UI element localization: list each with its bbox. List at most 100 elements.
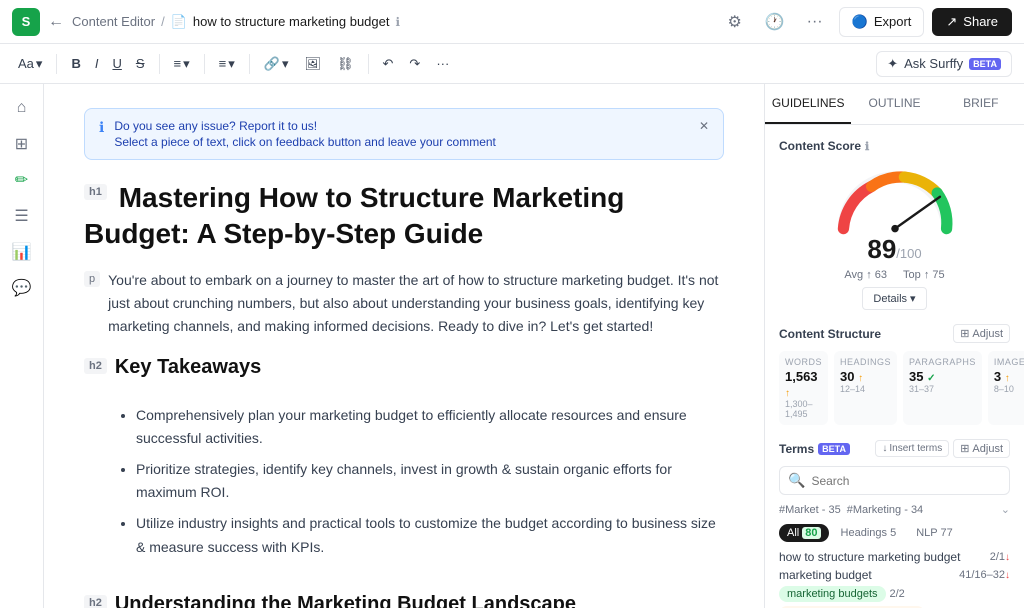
h2-title-takeaways[interactable]: Key Takeaways: [115, 354, 261, 380]
tag-marketing: #Marketing - 34: [847, 504, 923, 516]
editor-toolbar: Aa ▾ B I U S ≡ ▾ ≡ ▾ 🔗 ▾ 🖼 ⛓ ↶ ↷ ··· ✦ A…: [0, 44, 1024, 84]
share-button[interactable]: ↗ Share: [932, 8, 1012, 36]
tag-expand-btn[interactable]: ⌄: [1001, 503, 1010, 516]
list-btn[interactable]: ≡ ▾: [213, 52, 241, 76]
terms-actions: ↓ Insert terms ⊞ Adjust: [875, 439, 1010, 458]
h2-label-takeaways: h2: [84, 358, 107, 374]
strikethrough-btn[interactable]: S: [130, 52, 151, 75]
back-button[interactable]: ←: [48, 13, 64, 31]
breadcrumb-root[interactable]: Content Editor: [72, 14, 155, 29]
gauge-stats: Avg ↑ 63 Top ↑ 75: [779, 269, 1010, 281]
underline-btn[interactable]: U: [106, 52, 127, 75]
breadcrumb-doc-icon: 📄: [171, 14, 187, 30]
intro-text[interactable]: You're about to embark on a journey to m…: [108, 269, 724, 338]
cs-header: Content Structure ⊞ Adjust: [779, 324, 1010, 343]
tab-outline[interactable]: OUTLINE: [851, 84, 937, 124]
sidebar-message-icon[interactable]: 💬: [6, 272, 38, 304]
search-input[interactable]: [811, 474, 1001, 488]
breadcrumb-separator: /: [161, 14, 165, 29]
app-icon: S: [12, 8, 40, 36]
cs-words: WORDS 1,563 ↑ 1,300–1,495: [779, 351, 828, 425]
score-label: Content Score ℹ: [779, 139, 1010, 153]
filter-nlp-tab[interactable]: NLP 77: [908, 524, 961, 542]
right-panel: GUIDELINES OUTLINE BRIEF Content Score ℹ: [764, 84, 1024, 608]
sidebar-list-icon[interactable]: ☰: [6, 200, 38, 232]
link-btn[interactable]: 🔗 ▾: [258, 52, 295, 76]
ask-surffy-btn[interactable]: ✦ Ask Surffy BETA: [876, 51, 1012, 77]
doc-title[interactable]: Mastering How to Structure Marketing Bud…: [84, 182, 624, 249]
nlp-count: 77: [940, 527, 952, 539]
redo-btn[interactable]: ↷: [403, 52, 426, 76]
tab-brief[interactable]: BRIEF: [938, 84, 1024, 124]
align-btn[interactable]: ≡ ▾: [168, 52, 196, 76]
cs-adjust-btn[interactable]: ⊞ Adjust: [953, 324, 1010, 343]
score-value: 89: [867, 234, 896, 264]
score-info-icon[interactable]: ℹ: [865, 140, 869, 153]
terms-title: Terms BETA: [779, 442, 850, 456]
term-count: 41/16–32: [959, 569, 1005, 581]
font-group: Aa ▾: [12, 52, 48, 76]
adjust-icon: ⊞: [960, 327, 969, 340]
image-btn[interactable]: 🖼: [298, 52, 327, 76]
h2-understanding: h2 Understanding the Marketing Budget La…: [84, 591, 724, 608]
bullet-item: Comprehensively plan your marketing budg…: [136, 404, 724, 450]
term-name: how to structure marketing budget: [779, 550, 990, 564]
undo-btn[interactable]: ↶: [377, 52, 400, 76]
filter-all-tab[interactable]: All 80: [779, 524, 829, 542]
tab-guidelines[interactable]: GUIDELINES: [765, 84, 851, 124]
history-icon-btn[interactable]: 🕐: [759, 6, 791, 38]
terms-header: Terms BETA ↓ Insert terms ⊞ Adjust: [779, 439, 1010, 458]
font-size-btn[interactable]: Aa ▾: [12, 52, 48, 76]
settings-icon-btn[interactable]: ⚙: [719, 6, 751, 38]
content-structure-section: Content Structure ⊞ Adjust WORDS 1,563 ↑…: [779, 324, 1010, 425]
h2-label-understanding: h2: [84, 595, 107, 608]
cs-title: Content Structure: [779, 327, 881, 341]
tag-market: #Market - 35: [779, 504, 841, 516]
term-item: marketing budget 41/16–32 ↓: [779, 568, 1010, 582]
insert-terms-btn[interactable]: ↓ Insert terms: [875, 440, 949, 457]
term-arrow-icon: ↓: [1005, 552, 1010, 563]
filter-tabs: All 80 Headings 5 NLP 77: [779, 524, 1010, 542]
intro-para: p You're about to embark on a journey to…: [84, 269, 724, 338]
term-item: how to structure marketing budget 2/1 ↓: [779, 550, 1010, 564]
sidebar-edit-icon[interactable]: ✏: [6, 164, 38, 196]
sidebar-chart-icon[interactable]: 📊: [6, 236, 38, 268]
h1-block: h1 Mastering How to Structure Marketing …: [84, 180, 724, 253]
terms-search-box[interactable]: 🔍: [779, 466, 1010, 495]
cs-paragraphs: PARAGRAPHS 35 ✓ 31–37: [903, 351, 982, 425]
chevron-down-icon: ▾: [910, 292, 916, 305]
bullet-item: Prioritize strategies, identify key chan…: [136, 458, 724, 504]
share-label: Share: [963, 14, 998, 29]
score-max: /100: [896, 246, 921, 261]
takeaways-list: Comprehensively plan your marketing budg…: [136, 404, 724, 567]
score-gauge: [825, 163, 965, 238]
italic-btn[interactable]: I: [89, 52, 105, 75]
filter-headings-tab[interactable]: Headings 5: [833, 524, 905, 542]
sidebar-home-icon[interactable]: ⌂: [6, 92, 38, 124]
bold-btn[interactable]: B: [65, 52, 86, 75]
info-icon[interactable]: ℹ: [395, 15, 400, 29]
export-button[interactable]: 🔵 Export: [839, 7, 925, 37]
avg-label: Avg: [844, 269, 863, 281]
sidebar-grid-icon[interactable]: ⊞: [6, 128, 38, 160]
format-group: B I U S: [65, 52, 150, 75]
top-label: Top: [903, 269, 921, 281]
more-btn[interactable]: ···: [430, 52, 455, 75]
details-button[interactable]: Details ▾: [862, 287, 926, 310]
terms-beta-badge: BETA: [818, 443, 850, 455]
all-count: 80: [802, 527, 820, 539]
term-item: marketing budgets 2/2: [779, 586, 1010, 602]
top-bar: S ← Content Editor / 📄 how to structure …: [0, 0, 1024, 44]
notice-close-btn[interactable]: ✕: [699, 119, 709, 133]
h2-title-understanding[interactable]: Understanding the Marketing Budget Lands…: [115, 591, 576, 608]
p-label-intro: p: [84, 271, 100, 287]
left-sidebar: ⌂ ⊞ ✏ ☰ 📊 💬: [0, 84, 44, 608]
surffy-label: Ask Surffy: [904, 56, 963, 71]
words-status: ↑: [785, 388, 790, 399]
chain-btn[interactable]: ⛓: [331, 52, 360, 76]
content-score-section: Content Score ℹ: [779, 139, 1010, 310]
more-icon-btn[interactable]: ···: [799, 6, 831, 38]
editor-area[interactable]: ℹ Do you see any issue? Report it to us!…: [44, 84, 764, 608]
terms-adjust-btn[interactable]: ⊞ Adjust: [953, 439, 1010, 458]
h1-label: h1: [84, 184, 107, 200]
